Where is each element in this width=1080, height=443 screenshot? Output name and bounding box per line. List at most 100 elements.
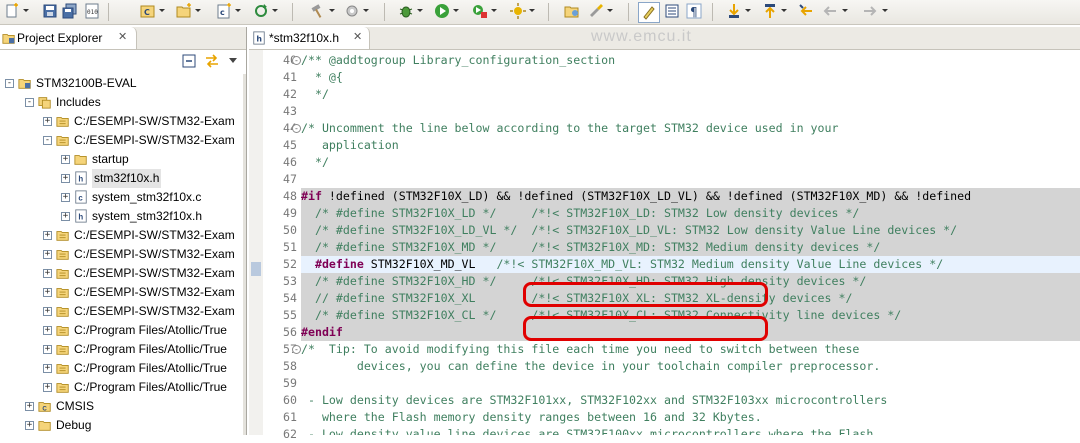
save-all-button[interactable] (62, 3, 78, 20)
new-source-button[interactable]: c (216, 3, 232, 20)
expand-icon[interactable]: + (25, 402, 34, 411)
tree-item[interactable]: - STM32100B-EVAL (0, 74, 243, 93)
expand-icon[interactable]: + (43, 269, 52, 278)
refresh-button[interactable] (253, 3, 269, 20)
fold-toggle-icon[interactable]: - (292, 124, 301, 133)
block-selection-button[interactable] (664, 3, 680, 20)
expand-icon[interactable]: + (43, 117, 52, 126)
expand-icon[interactable]: + (25, 421, 34, 430)
toggle-mark-occurrences-button[interactable] (638, 2, 660, 23)
expand-icon[interactable]: + (43, 364, 52, 373)
code-line[interactable] (301, 171, 1080, 188)
last-edit-location-button[interactable] (798, 3, 814, 20)
explorer-scrollbar[interactable] (243, 74, 246, 435)
build-config-button[interactable] (344, 3, 360, 20)
tree-item[interactable]: + h stm32f10x.h (0, 169, 243, 188)
code-line[interactable]: /* Uncomment the line below according to… (301, 120, 1080, 137)
code-line[interactable]: * @{ (301, 69, 1080, 86)
new-dropdown-icon[interactable] (23, 9, 29, 12)
view-menu-icon[interactable] (229, 58, 237, 63)
collapse-icon[interactable]: - (25, 98, 34, 107)
tree-item[interactable]: + C:/Program Files/Atollic/True (0, 340, 243, 359)
expand-icon[interactable]: + (43, 345, 52, 354)
code-line[interactable]: #if !defined (STM32F10X_LD) && !defined … (301, 188, 1080, 205)
code-line[interactable]: #define STM32F10X_MD_VL /*!< STM32F10X_M… (301, 256, 1080, 273)
tree-item[interactable]: + C:/Program Files/Atollic/True (0, 321, 243, 340)
code-line[interactable]: */ (301, 154, 1080, 171)
forward-button[interactable] (862, 3, 878, 20)
tree-item[interactable]: + C:/ESEMPI-SW/STM32-Exam (0, 226, 243, 245)
code-editor[interactable]: /** @addtogroup Library_configuration_se… (301, 50, 1080, 435)
code-line[interactable] (301, 103, 1080, 120)
link-with-editor-icon[interactable] (204, 53, 220, 69)
tree-item[interactable]: + Debug (0, 416, 243, 435)
tree-item[interactable]: - C:/ESEMPI-SW/STM32-Exam (0, 131, 243, 150)
expand-icon[interactable]: + (43, 231, 52, 240)
code-line[interactable]: - Low density value line devices are STM… (301, 426, 1080, 435)
show-whitespace-button[interactable]: ¶ (686, 3, 702, 20)
tree-item[interactable]: + startup (0, 150, 243, 169)
close-icon[interactable]: ✕ (353, 30, 362, 43)
debug-button[interactable] (398, 3, 414, 20)
code-line[interactable]: devices, you can define the device in yo… (301, 358, 1080, 375)
run-button[interactable] (434, 3, 450, 20)
binary-button[interactable]: 010 (84, 3, 100, 20)
tree-item[interactable]: + C CMSIS (0, 397, 243, 416)
debug-dropdown-icon[interactable] (417, 9, 423, 12)
next-annotation-dropdown-icon[interactable] (745, 9, 751, 12)
code-line[interactable]: application (301, 137, 1080, 154)
code-line[interactable] (301, 375, 1080, 392)
collapse-icon[interactable]: - (5, 79, 14, 88)
collapse-all-icon[interactable] (181, 53, 197, 69)
expand-icon[interactable]: + (61, 174, 70, 183)
code-line[interactable]: - Low density devices are STM32F101xx, S… (301, 392, 1080, 409)
profile-button[interactable] (510, 3, 526, 20)
tree-item[interactable]: + C:/ESEMPI-SW/STM32-Exam (0, 112, 243, 131)
fold-toggle-icon[interactable]: - (292, 56, 301, 65)
code-line[interactable]: /* #define STM32F10X_LD */ /*!< STM32F10… (301, 205, 1080, 222)
expand-icon[interactable]: + (61, 193, 70, 202)
tree-item[interactable]: + C:/Program Files/Atollic/True (0, 359, 243, 378)
tab-project-explorer[interactable]: Project Explorer ✕ (0, 27, 137, 49)
expand-icon[interactable]: + (43, 326, 52, 335)
back-button[interactable] (822, 3, 838, 20)
code-line[interactable]: /* Tip: To avoid modifying this file eac… (301, 341, 1080, 358)
external-tools-button[interactable] (472, 3, 488, 20)
new-button[interactable] (4, 3, 20, 20)
tree-item[interactable]: + C:/ESEMPI-SW/STM32-Exam (0, 264, 243, 283)
tree-item[interactable]: + C:/ESEMPI-SW/STM32-Exam (0, 302, 243, 321)
refresh-dropdown-icon[interactable] (272, 9, 278, 12)
forward-dropdown-icon[interactable] (882, 9, 888, 12)
tree-item[interactable]: + C:/ESEMPI-SW/STM32-Exam (0, 245, 243, 264)
code-line[interactable]: where the Flash memory density ranges be… (301, 409, 1080, 426)
next-annotation-button[interactable] (726, 3, 742, 20)
tree-item[interactable]: + c system_stm32f10x.c (0, 188, 243, 207)
profile-dropdown-icon[interactable] (529, 9, 535, 12)
tab-stm32f10x-h[interactable]: h *stm32f10x.h ✕ (249, 27, 370, 49)
tree-item[interactable]: + h system_stm32f10x.h (0, 207, 243, 226)
new-folder-button[interactable] (176, 3, 192, 20)
close-icon[interactable]: ✕ (118, 30, 127, 43)
expand-icon[interactable]: + (61, 212, 70, 221)
search-dropdown-icon[interactable] (607, 9, 613, 12)
search-button[interactable] (588, 3, 604, 20)
back-dropdown-icon[interactable] (842, 9, 848, 12)
code-line[interactable]: /* #define STM32F10X_LD_VL */ /*!< STM32… (301, 222, 1080, 239)
expand-icon[interactable]: + (43, 250, 52, 259)
expand-icon[interactable]: + (43, 288, 52, 297)
fold-toggle-icon[interactable]: - (292, 345, 301, 354)
expand-icon[interactable]: + (43, 307, 52, 316)
tree-item[interactable]: - Includes (0, 93, 243, 112)
build-button[interactable] (310, 3, 326, 20)
build-dropdown-icon[interactable] (329, 9, 335, 12)
open-type-button[interactable] (564, 3, 580, 20)
expand-icon[interactable]: + (43, 383, 52, 392)
code-line[interactable]: /* #define STM32F10X_MD */ /*!< STM32F10… (301, 239, 1080, 256)
new-source-dropdown-icon[interactable] (235, 9, 241, 12)
code-line[interactable]: /** @addtogroup Library_configuration_se… (301, 52, 1080, 69)
new-c-project-dropdown-icon[interactable] (159, 9, 165, 12)
collapse-icon[interactable]: - (43, 136, 52, 145)
previous-annotation-dropdown-icon[interactable] (781, 9, 787, 12)
new-c-project-button[interactable]: C (140, 3, 156, 20)
tree-item[interactable]: + C:/ESEMPI-SW/STM32-Exam (0, 283, 243, 302)
